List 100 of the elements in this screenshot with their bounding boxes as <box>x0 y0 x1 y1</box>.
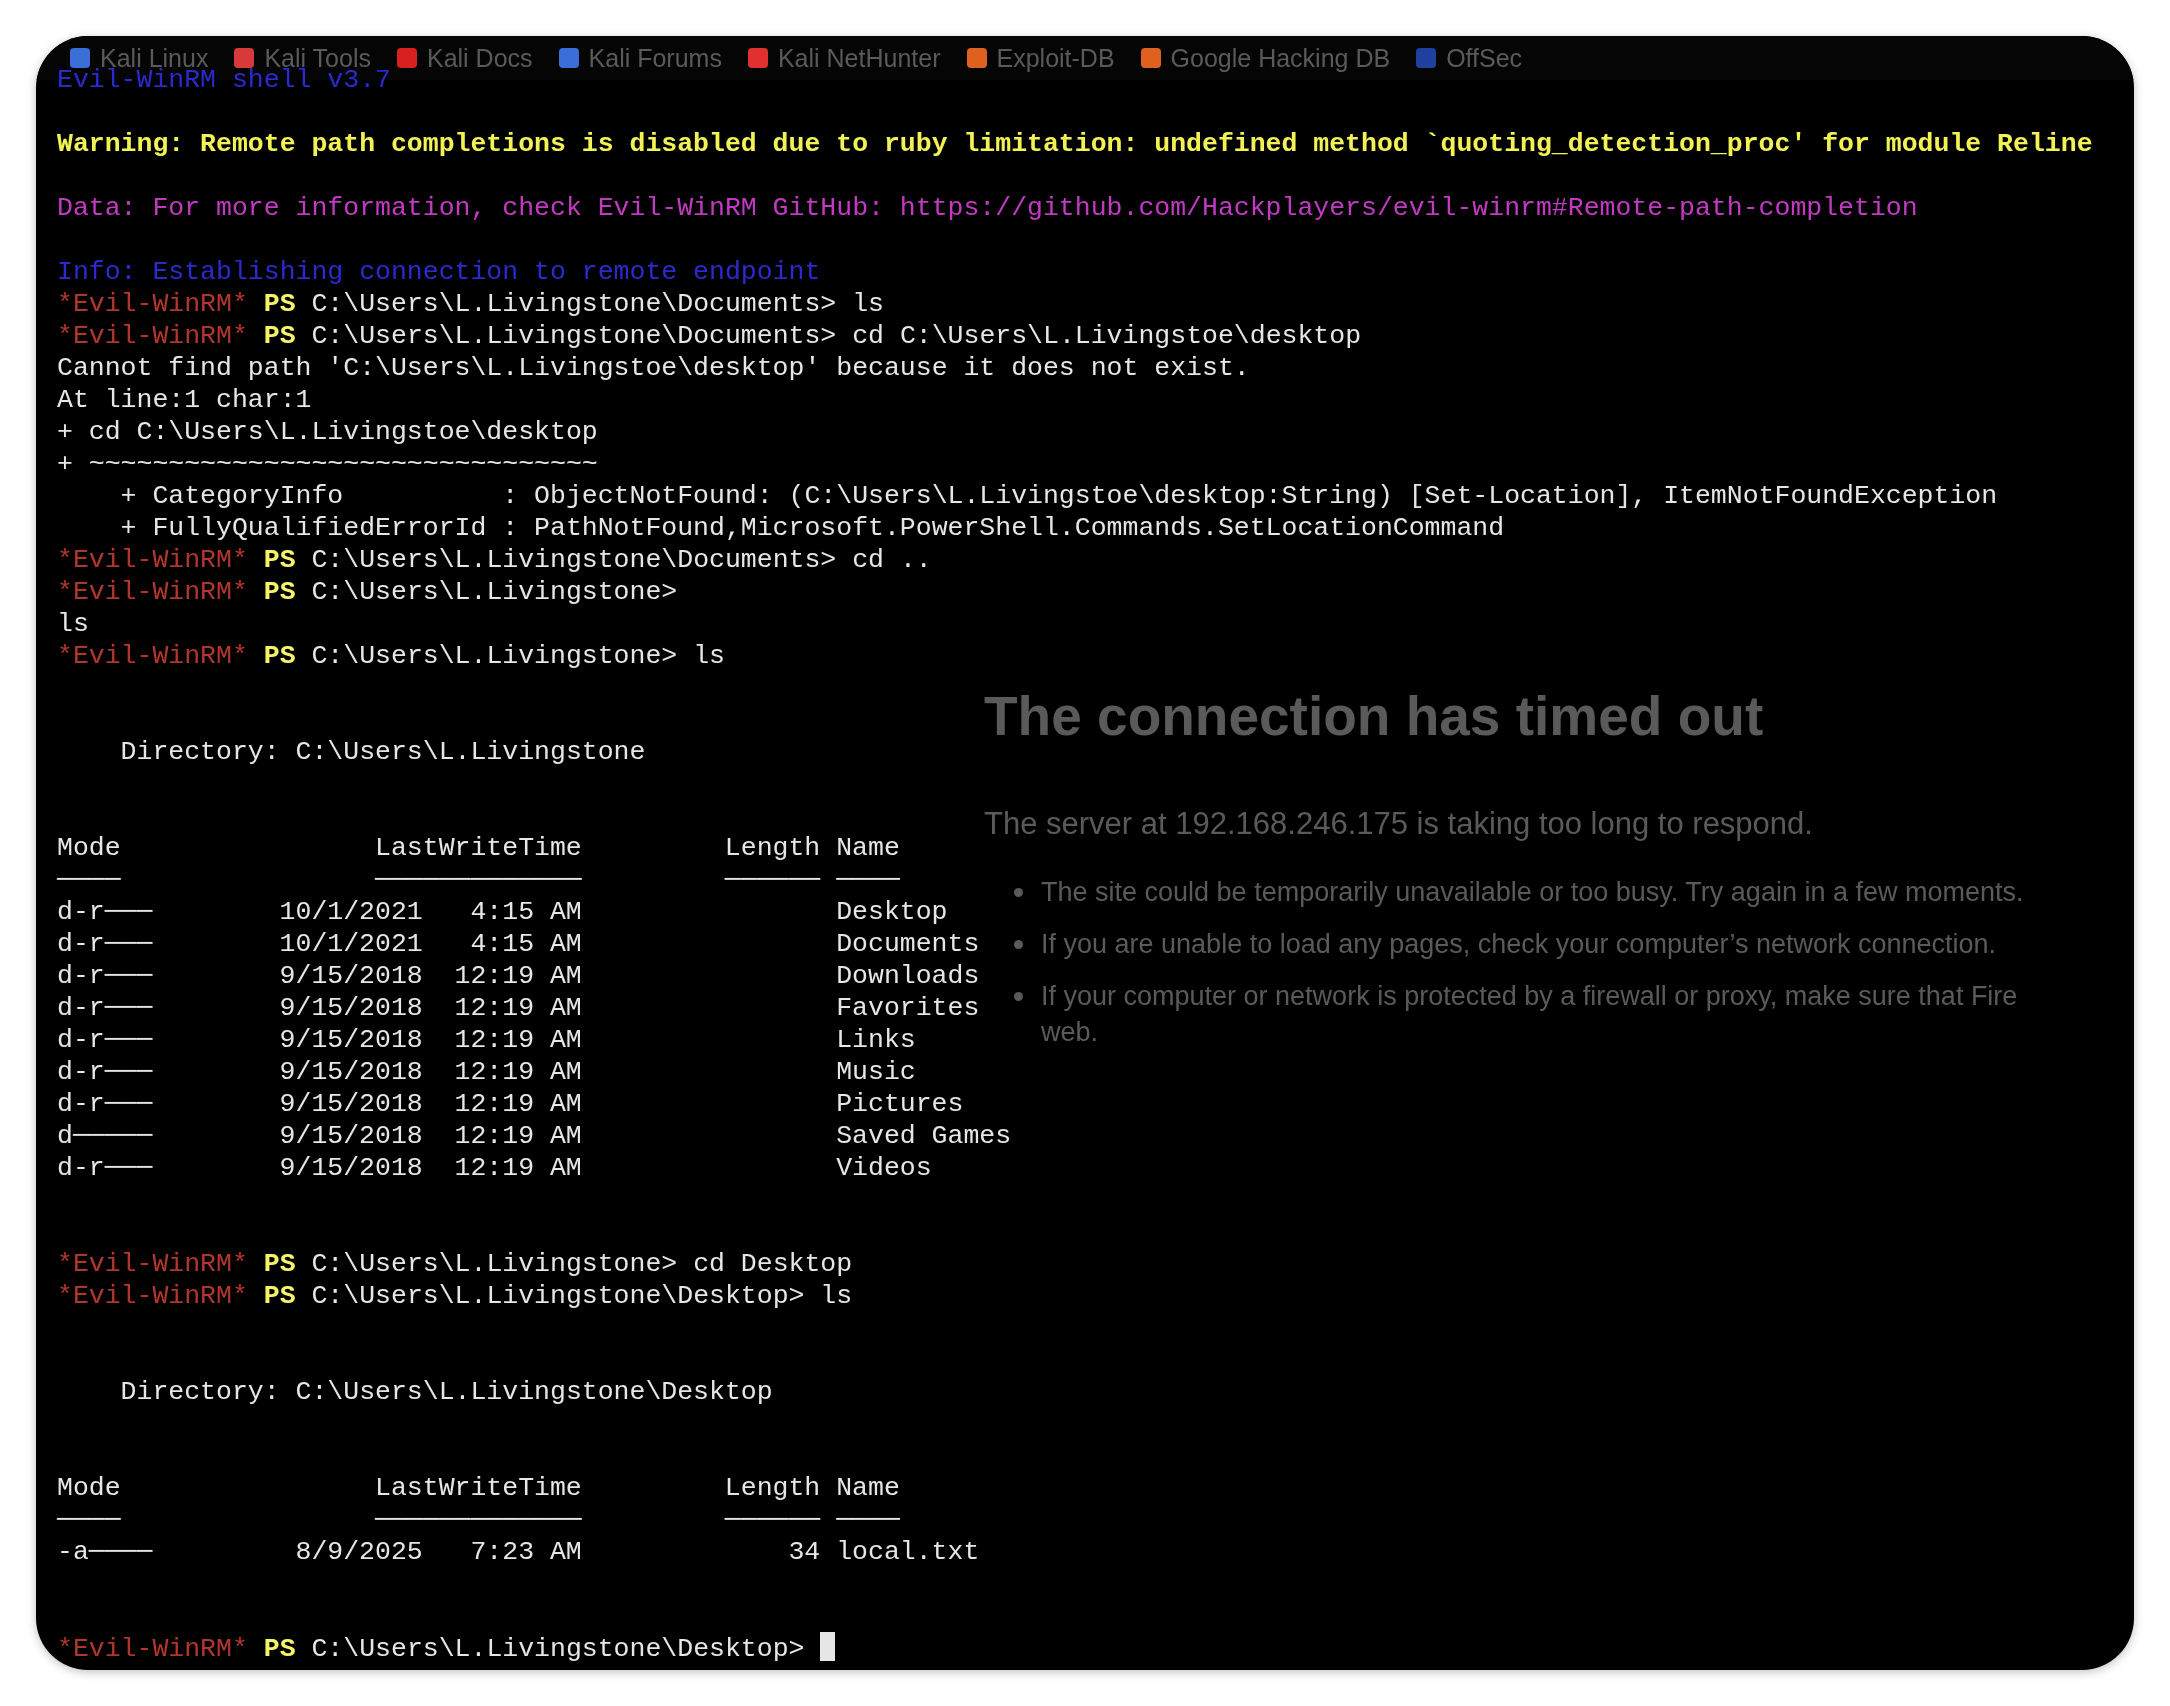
table-cell-text: Desktop <box>836 896 949 928</box>
prompt-path: C:\Users\L.Livingstone\Documents> <box>311 289 837 319</box>
command-text: ls <box>820 1281 853 1311</box>
table-cell-text: d-r─── <box>57 1024 154 1056</box>
table-cell: 4:15 AM <box>470 896 582 928</box>
header-rule: ──── <box>57 1504 122 1536</box>
terminal-line: Info: Establishing connection to remote endpoint <box>57 256 822 288</box>
table-cell-text: d-r─── <box>57 1056 154 1088</box>
table-cell: Saved Games <box>836 1120 1012 1152</box>
shell-label: PS <box>263 321 296 351</box>
shell-label: PS <box>263 641 296 671</box>
header-rule: ───────────── <box>375 864 582 896</box>
table-cell-text: -a──── <box>57 1536 154 1568</box>
terminal-line: At line:1 char:1 <box>57 384 313 416</box>
table-cell: 12:19 AM <box>454 992 582 1024</box>
header-rule: ───────────── <box>375 1504 582 1536</box>
bookmark-link[interactable]: Kali NetHunter <box>747 43 941 73</box>
header-rule: ──── <box>57 864 122 896</box>
prompt-path: C:\Users\L.Livingstone\Desktop> <box>311 1634 805 1664</box>
table-cell: 4:15 AM <box>470 928 582 960</box>
error-hint: The site could be temporarily unavailable or too busy. Try again in a few moments. <box>1041 876 2024 909</box>
table-cell-text: Documents <box>836 928 981 960</box>
bookmark-link[interactable]: Exploit-DB <box>966 43 1115 73</box>
prompt-path: C:\Users\L.Livingstone\Desktop> <box>311 1281 805 1311</box>
table-cell-text: Downloads <box>836 960 981 992</box>
table-cell: 9/15/2018 <box>279 960 423 992</box>
shell-label: PS <box>263 545 296 575</box>
prompt-path: C:\Users\L.Livingstone> <box>311 577 678 607</box>
bookmark-link[interactable]: Kali Docs <box>396 43 533 73</box>
header-rule: ──── <box>836 864 901 896</box>
table-cell-text: d-r─── <box>57 896 154 928</box>
table-cell: 12:19 AM <box>454 1088 582 1120</box>
shell-label: PS <box>263 1281 296 1311</box>
table-cell: 10/1/2021 <box>279 896 423 928</box>
column-header: Length <box>724 1472 821 1504</box>
table-cell: 9/15/2018 <box>279 1024 423 1056</box>
error-heading: The connection has timed out <box>984 684 1765 749</box>
command-text: ls <box>852 289 884 319</box>
table-cell: 10/1/2021 <box>279 928 423 960</box>
shell-label: PS <box>263 577 296 607</box>
table-cell: 12:19 AM <box>454 960 582 992</box>
terminal-line: Data: For more information, check Evil-WinRM GitHub: https://github.com/Hackplayers/evil-winrm#Remote-path-completion <box>57 192 1919 224</box>
shell-label: PS <box>263 289 296 319</box>
terminal-line: ls <box>57 608 90 640</box>
bullet-icon <box>1014 888 1023 897</box>
table-cell-text: d-r─── <box>57 1152 154 1184</box>
bookmark-link[interactable]: Kali Forums <box>558 43 722 73</box>
command-text: cd C:\Users\L.Livingstoe\desktop <box>852 321 1362 351</box>
terminal-line: Warning: Remote path completions is disabled due to ruby limitation: undefined method `quoting_detection_proc' for module Reline <box>57 128 2094 160</box>
header-rule: ────── <box>724 1504 821 1536</box>
column-header: LastWriteTime <box>375 832 582 864</box>
terminal-line: Directory: C:\Users\L.Livingstone <box>119 736 647 768</box>
table-cell: 12:19 AM <box>454 1152 582 1184</box>
prompt-tag: *Evil-WinRM* <box>57 577 248 607</box>
bullet-icon <box>1014 992 1023 1001</box>
column-header: Name <box>836 1472 901 1504</box>
command-text: cd .. <box>852 545 932 575</box>
prompt-tag: *Evil-WinRM* <box>57 321 248 351</box>
header-rule: ──── <box>836 1504 901 1536</box>
prompt-tag: *Evil-WinRM* <box>57 1634 248 1664</box>
table-cell: local.txt <box>836 1536 980 1568</box>
bookmark-link[interactable]: Google Hacking DB <box>1140 43 1391 73</box>
column-header: Mode <box>57 1472 122 1504</box>
table-cell-text: Favorites <box>836 992 981 1024</box>
table-cell: 9/15/2018 <box>279 1056 423 1088</box>
command-text: cd Desktop <box>693 1249 853 1279</box>
table-cell-text: d───── <box>57 1120 154 1152</box>
error-hint: If you are unable to load any pages, check your computer’s network connection. <box>1041 928 1997 961</box>
table-cell-text: d-r─── <box>57 928 154 960</box>
table-cell: 12:19 AM <box>454 1120 582 1152</box>
prompt-path: C:\Users\L.Livingstone\Documents> <box>311 545 837 575</box>
terminal-line: + FullyQualifiedErrorId : PathNotFound,Microsoft.PowerShell.Commands.SetLocationCommand <box>119 512 1506 544</box>
table-cell: 34 <box>788 1536 821 1568</box>
column-header: Length <box>724 832 821 864</box>
table-cell-text: d-r─── <box>57 960 154 992</box>
table-cell: 9/15/2018 <box>279 1152 423 1184</box>
table-cell-text: d-r─── <box>57 1088 154 1120</box>
prompt-tag: *Evil-WinRM* <box>57 641 248 671</box>
table-cell: 9/15/2018 <box>279 992 423 1024</box>
table-cell: 7:23 AM <box>470 1536 582 1568</box>
prompt-tag: *Evil-WinRM* <box>57 289 248 319</box>
column-header: Name <box>836 832 901 864</box>
terminal-line: Directory: C:\Users\L.Livingstone\Desktop <box>119 1376 774 1408</box>
command-text: ls <box>693 641 725 671</box>
terminal-line: + ~~~~~~~~~~~~~~~~~~~~~~~~~~~~~~~~ <box>57 448 599 480</box>
table-cell-text: Pictures <box>836 1088 965 1120</box>
table-cell: 9/15/2018 <box>279 1088 423 1120</box>
bookmark-link[interactable]: OffSec <box>1416 43 1523 73</box>
column-header: Mode <box>57 832 122 864</box>
column-header: LastWriteTime <box>375 1472 582 1504</box>
header-rule: ────── <box>724 864 821 896</box>
terminal-line: + CategoryInfo : ObjectNotFound: (C:\Users\L.Livingstoe\desktop:String) [Set-Location], ItemNotFoundException <box>119 480 1999 512</box>
error-message: The server at 192.168.246.175 is taking too long to respond. <box>984 805 1814 843</box>
prompt-tag: *Evil-WinRM* <box>57 545 248 575</box>
shell-label: PS <box>263 1634 296 1664</box>
table-cell: 8/9/2025 <box>295 1536 423 1568</box>
prompt-path: C:\Users\L.Livingstone\Documents> <box>311 321 837 351</box>
table-cell-text: Music <box>836 1056 917 1088</box>
error-hint: If your computer or network is protected by a firewall or proxy, make sure that Fire <box>1041 980 2018 1013</box>
terminal-line: + cd C:\Users\L.Livingstoe\desktop <box>57 416 599 448</box>
